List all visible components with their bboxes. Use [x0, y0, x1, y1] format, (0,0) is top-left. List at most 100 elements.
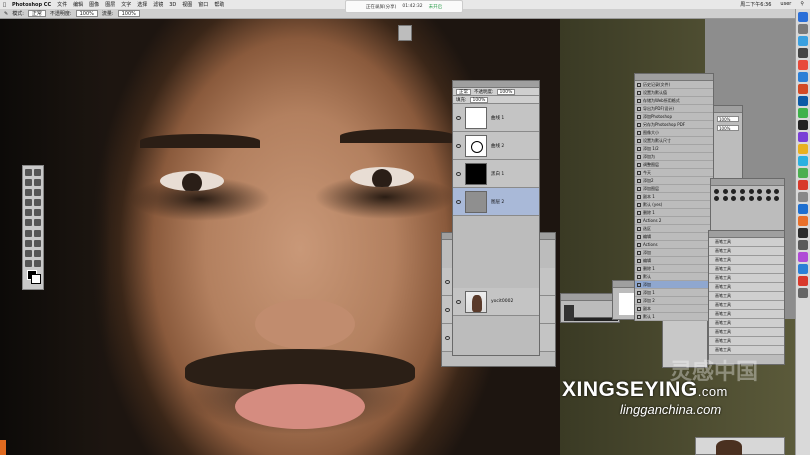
action-item[interactable]: 默认 [635, 273, 713, 281]
action-item[interactable]: 存储为Web所用格式 [635, 97, 713, 105]
app-icon[interactable] [798, 84, 808, 94]
checkbox[interactable] [637, 82, 641, 87]
opacity-field[interactable]: 100% [75, 10, 98, 17]
lasso-tool-icon[interactable] [25, 179, 32, 187]
action-item[interactable]: 添加 1 [635, 289, 713, 297]
app-icon[interactable] [798, 132, 808, 142]
checkbox[interactable] [637, 122, 641, 127]
property-field[interactable]: 100% [717, 125, 739, 131]
checkbox[interactable] [637, 210, 641, 215]
action-item[interactable]: 添加Photoshop [635, 113, 713, 121]
action-item[interactable]: 编辑 [635, 233, 713, 241]
tool-preset-item[interactable]: 画笔工具 [709, 265, 784, 274]
checkbox[interactable] [637, 290, 641, 295]
checkbox[interactable] [637, 250, 641, 255]
layer-opacity-field[interactable]: 100% [496, 88, 516, 95]
app-icon[interactable] [798, 156, 808, 166]
finder-icon[interactable] [798, 12, 808, 22]
app-icon[interactable] [798, 204, 808, 214]
brush-tip-icon[interactable] [714, 189, 719, 194]
app-icon[interactable] [798, 276, 808, 286]
type-tool-icon[interactable] [33, 239, 41, 247]
checkbox[interactable] [637, 146, 641, 151]
recording-status[interactable]: 未开启 [429, 4, 443, 10]
tool-preset-item[interactable]: 画笔工具 [709, 328, 784, 337]
checkbox[interactable] [637, 186, 641, 191]
bottom-preview-thumbnail[interactable] [695, 437, 785, 455]
eraser-tool-icon[interactable] [25, 219, 32, 227]
apple-icon[interactable]:  [0, 2, 9, 8]
brush-tip-icon[interactable] [757, 189, 763, 194]
path-select-icon[interactable] [25, 249, 32, 257]
tool-preset-item[interactable]: 画笔工具 [709, 283, 784, 292]
hand-tool-icon[interactable] [25, 259, 32, 267]
checkbox[interactable] [637, 218, 641, 223]
action-item[interactable]: 选区 [635, 225, 713, 233]
tool-preset-item[interactable]: 画笔工具 [709, 292, 784, 301]
checkbox[interactable] [637, 234, 641, 239]
excel-icon[interactable] [798, 168, 808, 178]
fill-field[interactable]: 100% [469, 96, 489, 103]
checkbox[interactable] [637, 298, 641, 303]
app-icon[interactable] [798, 264, 808, 274]
action-item[interactable]: 设置为默认值 [635, 89, 713, 97]
menu-layer[interactable]: 图层 [102, 1, 118, 8]
checkbox[interactable] [637, 306, 641, 311]
layer-row[interactable]: 曲线 1 [453, 104, 539, 132]
app-icon[interactable] [798, 180, 808, 190]
app-icon[interactable] [798, 216, 808, 226]
action-item[interactable]: 另存为Photoshop PDF [635, 121, 713, 129]
action-item[interactable]: 删除 1 [635, 209, 713, 217]
action-item[interactable]: 添加2 [635, 177, 713, 185]
move-tool-icon[interactable] [25, 169, 32, 176]
checkbox[interactable] [637, 154, 641, 159]
checkbox[interactable] [637, 130, 641, 135]
action-item[interactable]: 副本 [635, 305, 713, 313]
visibility-eye-icon[interactable] [456, 299, 461, 304]
healing-brush-icon[interactable] [25, 199, 32, 207]
zoom-tool-icon[interactable] [33, 259, 41, 267]
brush-tip-icon[interactable] [774, 196, 780, 201]
action-item[interactable]: 副本 1 [635, 193, 713, 201]
brush-tip-icon[interactable] [739, 196, 745, 201]
safari-icon[interactable] [798, 36, 808, 46]
brush-tip-icon[interactable] [748, 196, 754, 201]
property-field[interactable]: 100% [717, 116, 739, 122]
eyedropper-icon[interactable] [33, 189, 41, 197]
brush-tip-icon[interactable] [765, 196, 771, 201]
brush-tip-icon[interactable] [714, 196, 719, 201]
action-item[interactable]: 图像大小 [635, 129, 713, 137]
visibility-eye-icon[interactable] [445, 307, 450, 312]
checkbox[interactable] [637, 138, 641, 143]
action-item[interactable]: 添加 1/2 [635, 145, 713, 153]
checkbox[interactable] [637, 106, 641, 111]
crop-tool-icon[interactable] [25, 189, 32, 197]
launchpad-icon[interactable] [798, 24, 808, 34]
checkbox[interactable] [637, 258, 641, 263]
app-icon[interactable] [798, 252, 808, 262]
checkbox[interactable] [637, 282, 641, 287]
action-item[interactable]: 默认 1 [635, 313, 713, 321]
tool-preset-item[interactable]: 画笔工具 [709, 319, 784, 328]
brush-tip-icon[interactable] [774, 189, 780, 194]
action-item[interactable]: 设置为默认尺寸 [635, 137, 713, 145]
layer-row[interactable]: 黑白 1 [453, 160, 539, 188]
user-name[interactable]: user [777, 1, 794, 8]
tool-preset-item[interactable]: 画笔工具 [709, 301, 784, 310]
tool-preset-item[interactable]: 画笔工具 [709, 337, 784, 346]
action-item[interactable]: 历史记录(文件) [635, 81, 713, 89]
blur-tool-icon[interactable] [25, 229, 32, 237]
brush-tip-icon[interactable] [739, 189, 745, 194]
stamp-tool-icon[interactable] [25, 209, 32, 217]
flow-field[interactable]: 100% [117, 10, 140, 17]
menu-select[interactable]: 选择 [134, 1, 150, 8]
checkbox[interactable] [637, 98, 641, 103]
brush-tip-icon[interactable] [731, 189, 737, 194]
app-icon[interactable] [798, 108, 808, 118]
marquee-tool-icon[interactable] [33, 169, 41, 176]
checkbox[interactable] [637, 274, 641, 279]
app-icon[interactable] [798, 240, 808, 250]
app-icon[interactable] [798, 228, 808, 238]
brush-tip-icon[interactable] [731, 196, 737, 201]
tool-preset-item[interactable]: 画笔工具 [709, 247, 784, 256]
